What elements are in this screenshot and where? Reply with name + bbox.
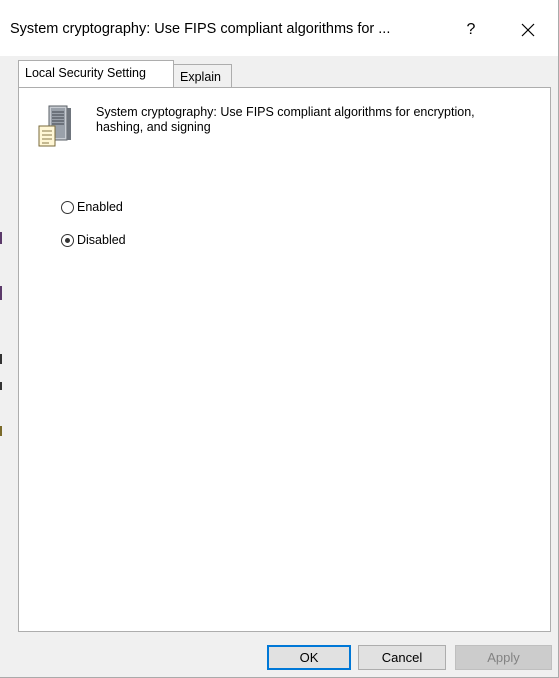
close-button[interactable] — [508, 12, 548, 48]
close-icon — [521, 23, 535, 37]
tab-local-security-setting[interactable]: Local Security Setting — [18, 60, 174, 87]
edge-artifact — [0, 426, 2, 436]
apply-button[interactable]: Apply — [455, 645, 552, 670]
edge-artifact — [0, 382, 2, 390]
tab-explain[interactable]: Explain — [174, 64, 232, 88]
enabled-label[interactable]: Enabled — [77, 200, 123, 214]
disabled-radio-option[interactable]: Disabled — [61, 231, 126, 249]
server-policy-icon — [38, 105, 71, 147]
edge-artifact — [0, 354, 2, 364]
help-icon: ? — [466, 21, 476, 38]
ok-button[interactable]: OK — [267, 645, 351, 670]
tab-panel: System cryptography: Use FIPS compliant … — [18, 87, 551, 632]
enabled-radio[interactable] — [61, 200, 74, 214]
title-bar[interactable]: System cryptography: Use FIPS compliant … — [0, 0, 558, 56]
radio-selected-dot — [65, 237, 70, 243]
enabled-radio-option[interactable]: Enabled — [61, 198, 123, 216]
help-button[interactable]: ? — [456, 12, 486, 48]
dialog-window: System cryptography: Use FIPS compliant … — [0, 0, 559, 678]
window-title: System cryptography: Use FIPS compliant … — [10, 21, 391, 37]
disabled-radio[interactable] — [61, 233, 74, 247]
policy-description: System cryptography: Use FIPS compliant … — [96, 105, 475, 134]
edge-artifact — [0, 232, 2, 244]
disabled-label[interactable]: Disabled — [77, 233, 126, 247]
edge-artifact — [0, 286, 2, 300]
cancel-button[interactable]: Cancel — [358, 645, 446, 670]
